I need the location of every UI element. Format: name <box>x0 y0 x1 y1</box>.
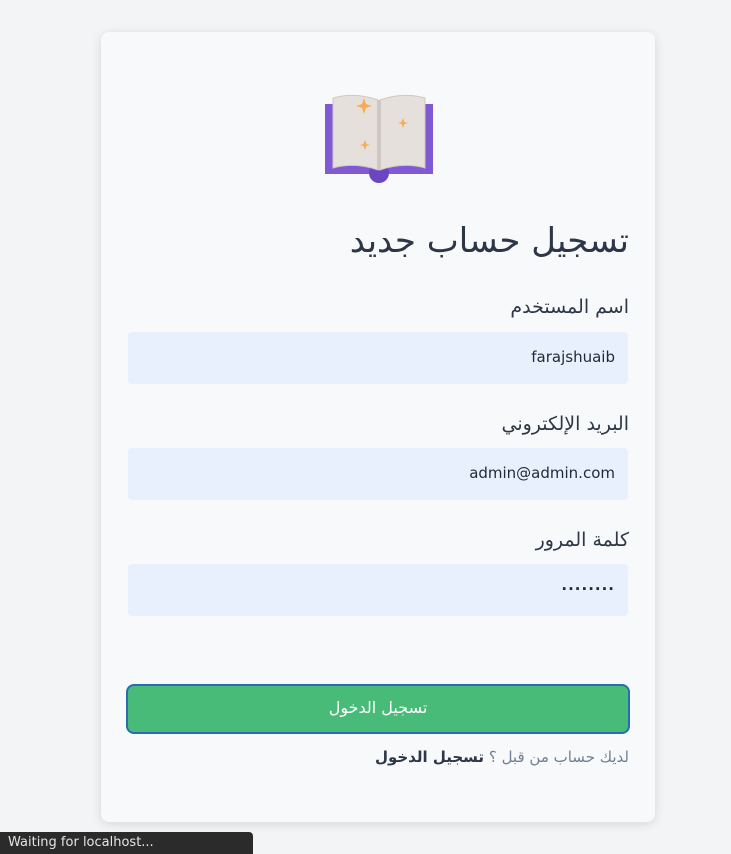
username-input[interactable]: farajshuaib <box>128 332 628 384</box>
browser-status-bar: Waiting for localhost... <box>0 832 253 854</box>
register-button[interactable]: تسجيل الدخول <box>126 684 630 734</box>
email-input[interactable]: admin@admin.com <box>128 448 628 500</box>
password-label: كلمة المرور <box>535 529 629 551</box>
username-label: اسم المستخدم <box>510 296 629 318</box>
login-prompt-text: لديك حساب من قبل ؟ <box>488 748 629 766</box>
username-value: farajshuaib <box>531 348 615 366</box>
email-label: البريد الإلكتروني <box>501 413 630 435</box>
register-card: تسجيل حساب جديد اسم المستخدم farajshuaib… <box>101 32 655 822</box>
login-link[interactable]: تسجيل الدخول <box>375 748 484 766</box>
page-title: تسجيل حساب جديد <box>349 221 629 261</box>
password-value: ........ <box>561 576 615 594</box>
login-prompt: لديك حساب من قبل ؟ تسجيل الدخول <box>375 748 629 766</box>
open-book-icon <box>325 94 433 183</box>
email-value: admin@admin.com <box>469 464 615 482</box>
password-input[interactable]: ........ <box>128 564 628 616</box>
